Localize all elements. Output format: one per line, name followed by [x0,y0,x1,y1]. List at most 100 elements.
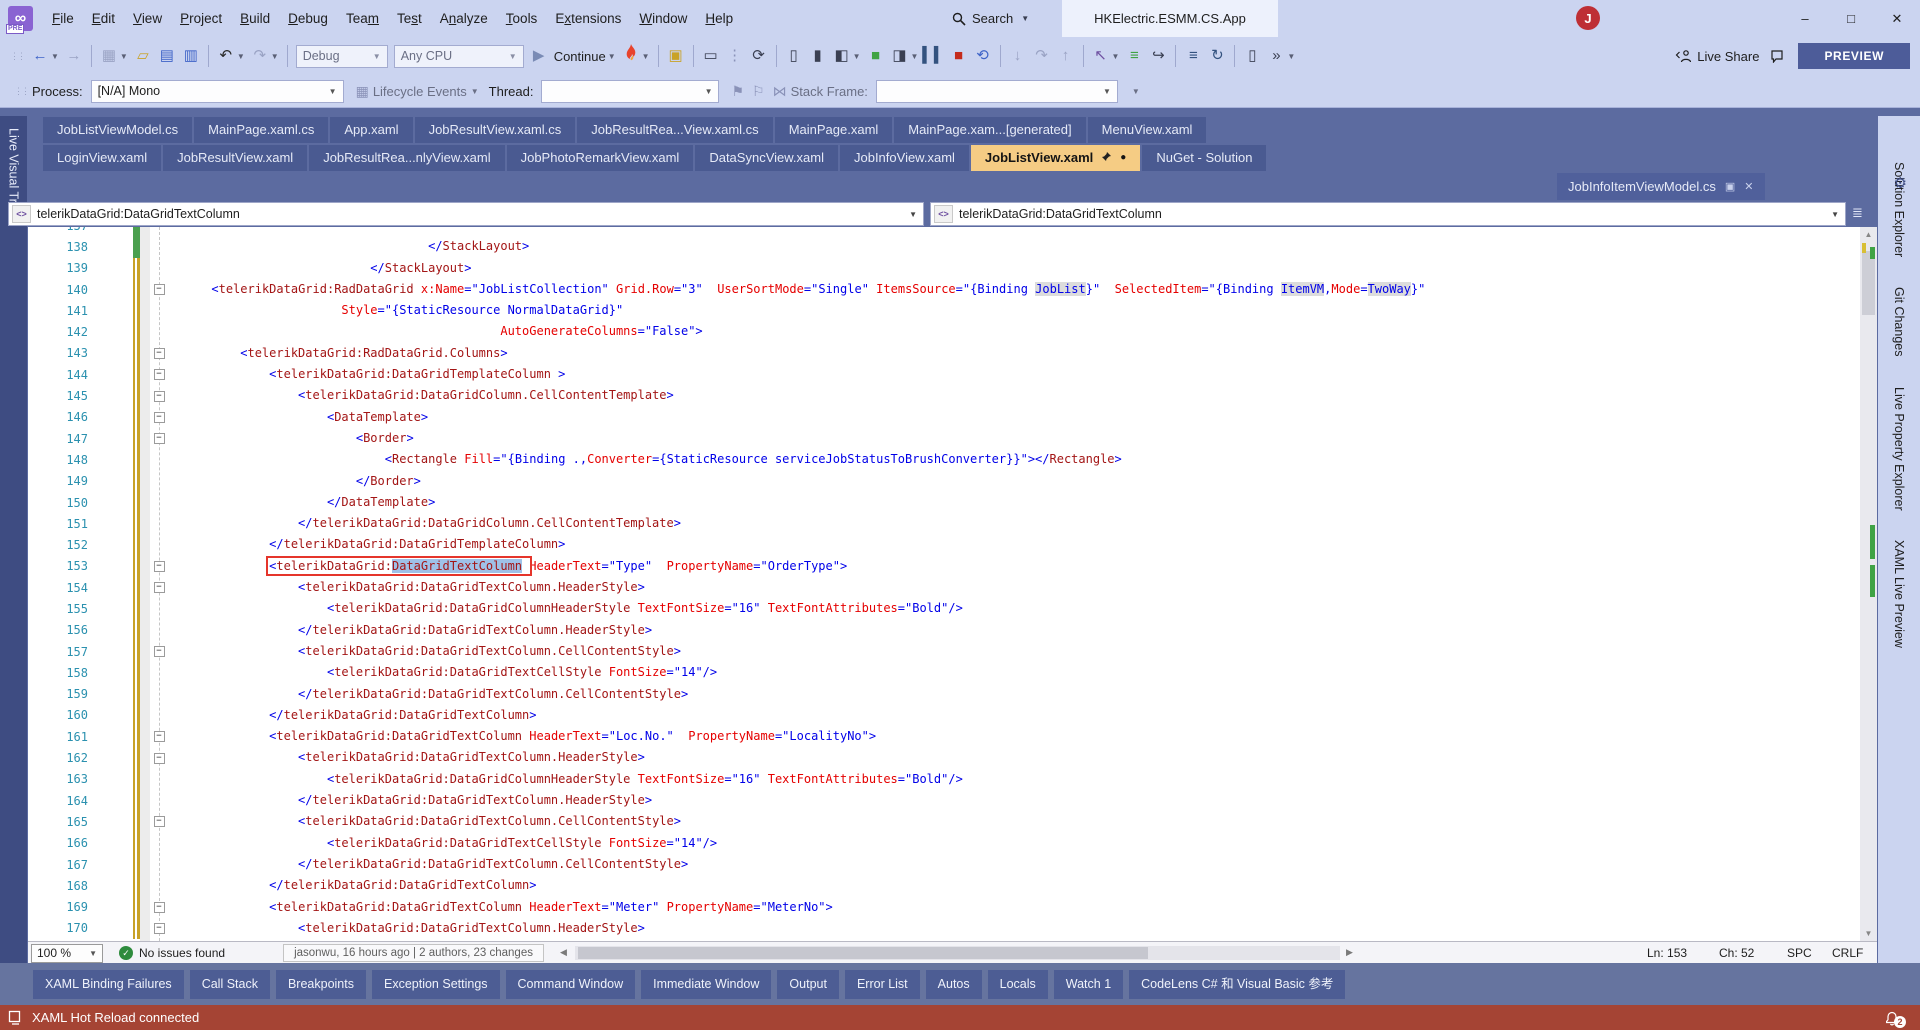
show-output-window-icon[interactable]: ▭ [700,44,722,68]
menu-project[interactable]: Project [171,0,231,37]
code-text[interactable]: AutoGenerateColumns="False"> [168,321,703,342]
notifications-button[interactable]: 2 [1885,1009,1906,1028]
code-text[interactable]: <telerikDataGrid:DataGridTextColumn Head… [168,556,847,577]
open-file-icon[interactable]: ▱ [132,44,154,68]
code-text[interactable]: </DataTemplate> [168,492,435,513]
tab-jobinfoitemviewmodel[interactable]: JobInfoItemViewModel.cs ▣ ✕ [1557,173,1765,200]
inspect-pointer-icon[interactable]: ↖ [1090,44,1112,68]
code-text[interactable]: </telerikDataGrid:DataGridTextColumn.Hea… [168,790,652,811]
dropdown-arrow-icon[interactable]: ▼ [853,52,861,61]
scroll-down-icon[interactable]: ▼ [1860,929,1877,938]
menu-analyze[interactable]: Analyze [431,0,497,37]
panel-tab-codelens-c-visual-basic[interactable]: CodeLens C# 和 Visual Basic 参考 [1129,970,1345,999]
fold-toggle[interactable]: − [154,646,165,657]
tab-jobresultrea-view-xaml-cs[interactable]: JobResultRea...View.xaml.cs [577,117,772,143]
close-icon[interactable]: ✕ [1744,180,1753,193]
undo-icon[interactable]: ↶ [215,44,237,68]
process-select[interactable]: [N/A] Mono▼ [91,80,344,103]
code-text[interactable]: <Border> [168,428,414,449]
tab-jobresultrea-nlyview-xaml[interactable]: JobResultRea...nlyView.xaml [309,145,504,171]
refresh-xaml-icon[interactable]: ↻ [1206,44,1228,68]
eol-indicator[interactable]: CRLF [1832,946,1863,960]
fold-toggle[interactable]: − [154,902,165,913]
toolbar-overflow-icon[interactable]: ▼ [1132,87,1140,96]
scrollbar-thumb[interactable] [1862,251,1875,315]
fold-toggle[interactable]: − [154,391,165,402]
issues-status[interactable]: No issues found [139,946,225,960]
menu-extensions[interactable]: Extensions [546,0,630,37]
dropdown-arrow-icon[interactable]: ▼ [1287,52,1295,61]
panel-tab-immediate-window[interactable]: Immediate Window [641,970,771,999]
minimize-button[interactable]: – [1782,0,1828,37]
navigate-forward-icon[interactable]: → [63,44,85,68]
feedback-icon[interactable] [1771,49,1786,63]
search-control[interactable]: Search ▼ [952,0,1029,37]
screen-icon[interactable]: ◧ [831,44,853,68]
live-share-button[interactable]: Live Share [1675,49,1759,64]
panel-tab-autos[interactable]: Autos [926,970,982,999]
fold-toggle[interactable]: − [154,753,165,764]
fold-toggle[interactable]: − [154,284,165,295]
code-text[interactable]: <telerikDataGrid:RadDataGrid x:Name="Job… [168,279,1425,300]
save-all-icon[interactable]: ▥ [180,44,202,68]
stack-frame-select[interactable]: ▼ [876,80,1118,103]
side-tab-git-changes[interactable]: Git Changes [1892,287,1906,356]
menu-build[interactable]: Build [231,0,279,37]
fold-toggle[interactable]: − [154,348,165,359]
pause-icon[interactable]: ▍▍ [922,44,945,68]
tab-loginview-xaml[interactable]: LoginView.xaml [43,145,161,171]
stop-icon[interactable]: ■ [948,44,970,68]
redo-icon[interactable]: ↷ [249,44,271,68]
code-text[interactable]: <telerikDataGrid:DataGridTextColumn Head… [168,897,833,918]
tab-app-xaml[interactable]: App.xaml [330,117,412,143]
menu-window[interactable]: Window [630,0,696,37]
more-windows-icon[interactable]: ⋮ [724,44,746,68]
restart-window-icon[interactable]: ⟳ [748,44,770,68]
document-outline-icon[interactable]: ≡ [1182,44,1204,68]
save-icon[interactable]: ▤ [156,44,178,68]
keep-open-icon[interactable]: ▣ [1725,180,1735,193]
code-text[interactable]: </telerikDataGrid:DataGridTextColumn.Cel… [168,684,688,705]
side-tab-live-visual-tree[interactable]: Live Visual Tree [7,116,21,1005]
code-text[interactable]: </telerikDataGrid:DataGridTextColumn> [168,875,536,896]
side-tab-xaml-live-preview[interactable]: XAML Live Preview [1892,540,1906,648]
fast-forward-icon[interactable]: » [1265,44,1287,68]
menu-file[interactable]: File [43,0,83,37]
tab-jobresultview-xaml[interactable]: JobResultView.xaml [163,145,307,171]
hot-reload-icon[interactable] [620,44,642,69]
fold-toggle[interactable]: − [154,582,165,593]
panel-tab-error-list[interactable]: Error List [845,970,920,999]
fold-toggle[interactable]: − [154,816,165,827]
tab-mainpage-xam-generated[interactable]: MainPage.xam...[generated] [894,117,1085,143]
menu-test[interactable]: Test [388,0,431,37]
flag-icon[interactable]: ⚑ [731,83,744,100]
navigation-dropdown-right[interactable]: <> telerikDataGrid:DataGridTextColumn ▼ [930,202,1846,226]
thread-select[interactable]: ▼ [541,80,719,103]
code-text[interactable]: </StackLayout> [168,236,529,257]
code-text[interactable]: <telerikDataGrid:DataGridColumnHeaderSty… [168,598,963,619]
tab-jobphotoremarkview-xaml[interactable]: JobPhotoRemarkView.xaml [507,145,694,171]
code-text[interactable]: <telerikDataGrid:DataGridTextCellStyle F… [168,662,717,683]
side-tab-live-property-explorer[interactable]: Live Property Explorer [1892,387,1906,511]
user-avatar[interactable]: J [1576,6,1600,30]
spaces-indicator[interactable]: SPC [1787,946,1812,960]
menu-edit[interactable]: Edit [83,0,124,37]
close-button[interactable]: ✕ [1874,0,1920,37]
solution-configurations-select[interactable]: Debug▼ [296,45,388,68]
code-text[interactable]: <telerikDataGrid:DataGridTextColumn.Cell… [168,811,681,832]
code-text[interactable]: <Rectangle Fill="{Binding .,Converter={S… [168,449,1122,470]
maximize-button[interactable]: □ [1828,0,1874,37]
go-to-source-icon[interactable]: ↪ [1147,44,1169,68]
toolbar-grip[interactable]: ⋮⋮ [14,86,28,97]
scroll-left-icon[interactable]: ◀ [560,947,567,958]
code-text[interactable]: <telerikDataGrid:DataGridTextColumn.Head… [168,747,645,768]
vertical-scrollbar[interactable]: ▲ ▼ [1860,227,1877,941]
code-text[interactable]: Style="{StaticResource NormalDataGrid}" [168,300,623,321]
code-text[interactable]: <telerikDataGrid:DataGridTextColumn.Head… [168,918,645,939]
code-text[interactable]: </StackLayout> [168,258,471,279]
menu-team[interactable]: Team [337,0,388,37]
code-text[interactable]: <telerikDataGrid:DataGridColumnHeaderSty… [168,769,963,790]
dropdown-arrow-icon[interactable]: ▼ [608,52,616,61]
fold-toggle[interactable]: − [154,433,165,444]
code-text[interactable]: <telerikDataGrid:DataGridColumn.CellCont… [168,385,674,406]
